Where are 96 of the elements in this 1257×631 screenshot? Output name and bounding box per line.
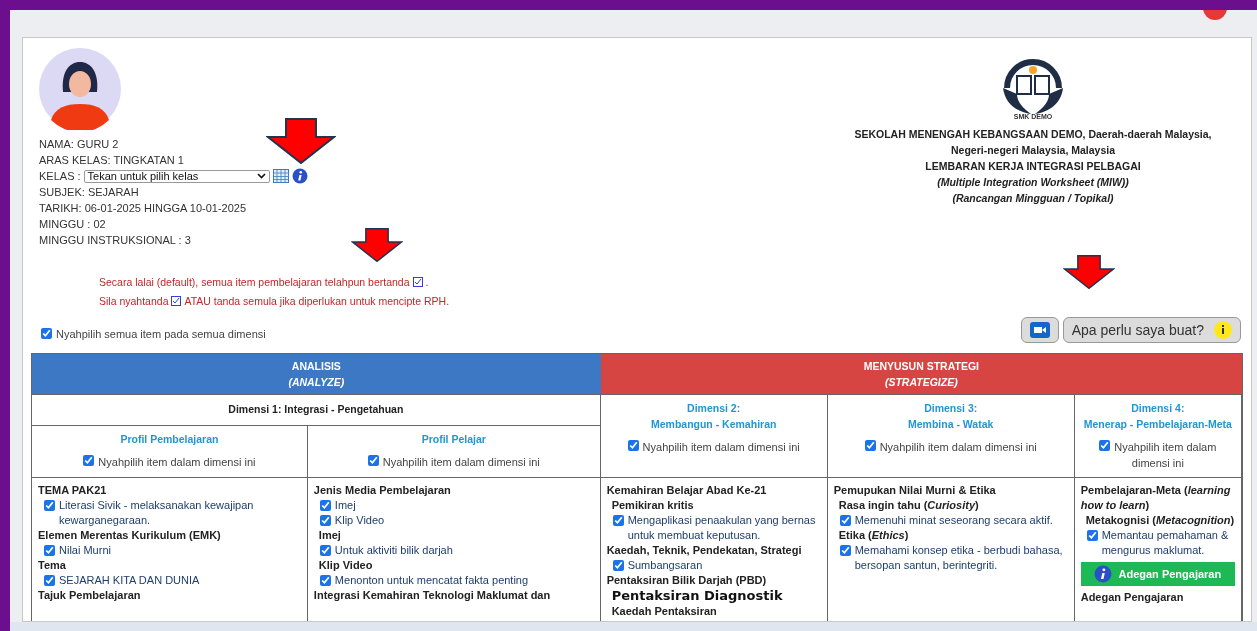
dimension-title: Dimensi 3:: [924, 401, 978, 416]
profile-line: MINGGU : 02: [39, 217, 107, 232]
school-name: SEKOLAH MENENGAH KEBANGSAAN DEMO, Daerah-daerah Malaysia,: [854, 127, 1212, 142]
item-label: Sumbangsaran: [627, 558, 703, 573]
info-icon: [291, 168, 308, 184]
checkbox[interactable]: [319, 500, 331, 511]
dimension-title: Dimensi 4:: [1131, 401, 1185, 416]
select-label: Nyahpilih item dalam dimensi ini: [1114, 441, 1217, 469]
select-label: Nyahpilih item dalam dimensi ini: [98, 455, 256, 468]
help-button[interactable]: Apa perlu saya buat?: [1062, 317, 1241, 343]
item-heading: TEMA PAK21: [38, 483, 108, 498]
notice-text: ATAU tanda semula jika diperlukan untuk mencipte RPH.: [184, 294, 450, 309]
notice-text: Sila nyahtanda: [99, 294, 169, 309]
item-label: Menonton untuk mencatat fakta penting: [334, 573, 529, 588]
calendar-icon[interactable]: [272, 169, 289, 183]
item-heading: Pentaksiran Bilik Darjah (PBD): [606, 573, 768, 588]
dimension-title: Dimensi 1: Integrasi - Pengetahuan: [228, 402, 404, 417]
item-label: Untuk aktiviti bilik darjah: [334, 543, 453, 558]
notice-text: Secara lalai (default), semua item pembelajaran telahpun bertanda: [99, 275, 410, 290]
item-heading: Tajuk Pembelajaran: [38, 588, 142, 603]
item-heading: Kemahiran Belajar Abad Ke-21: [606, 483, 768, 498]
item-label: SEJARAH KITA DAN DUNIA: [59, 573, 200, 588]
school-name: Negeri-negeri Malaysia, Malaysia: [951, 143, 1115, 158]
item-subheading: Metakognisi (Metacognition): [1084, 513, 1235, 528]
info-icon: [1094, 565, 1113, 583]
item-heading: Adegan Pengajaran: [1080, 590, 1185, 605]
notice-text: .: [425, 275, 429, 290]
item-heading: Pembelajaran-Meta (learning how to learn): [1080, 483, 1232, 513]
item-label: Imej: [334, 498, 356, 513]
worksheet-subtitle: (Multiple Integration Worksheet (MIW)): [937, 175, 1129, 190]
select-label: Nyahpilih item dalam dimensi ini: [382, 455, 540, 468]
checkbox[interactable]: [627, 440, 639, 451]
dimension-title: Dimensi 2:: [687, 401, 741, 416]
profile-line: ARAS KELAS: TINGKATAN 1: [39, 153, 185, 168]
section-title: Profil Pelajar: [421, 431, 486, 447]
checkbox[interactable]: [41, 328, 52, 339]
checkbox[interactable]: [44, 545, 55, 556]
item-label: Klip Video: [334, 513, 385, 528]
checkbox[interactable]: [83, 454, 95, 466]
avatar-icon: [39, 48, 121, 130]
item-subheading: Rasa ingin tahu (Curiosity): [837, 498, 980, 513]
checkbox[interactable]: [1099, 440, 1111, 451]
video-camera-icon: [1029, 322, 1050, 338]
item-heading: Jenis Media Pembelajaran: [313, 483, 452, 498]
checkbox-icon: [412, 277, 423, 287]
worksheet-subtitle: (Rancangan Mingguan / Topikal): [952, 191, 1114, 206]
video-button[interactable]: [1020, 317, 1059, 343]
select-label: Nyahpilih item dalam dimensi ini: [879, 441, 1037, 453]
select-label: Nyahpilih item dalam dimensi ini: [642, 441, 800, 453]
checkbox[interactable]: [319, 575, 331, 586]
item-heading: Tema: [38, 558, 67, 573]
checkbox[interactable]: [612, 515, 624, 526]
checkbox[interactable]: [319, 515, 331, 526]
item-heading: Pemupukan Nilai Murni & Etika: [833, 483, 997, 498]
class-select[interactable]: Tekan untuk pilih kelas: [83, 169, 270, 183]
select-all-label: Nyahpilih semua item pada semua dimensi: [56, 327, 266, 342]
item-label: Literasi Sivik - melaksanakan kewajipan kewarganegaraan.: [59, 498, 255, 528]
section-title: Profil Pembelajaran: [120, 431, 219, 447]
checkbox[interactable]: [839, 515, 851, 526]
item-subheading: Pemikiran kritis: [610, 498, 695, 513]
item-label: Mengaplikasi penaakulan yang bernas untuk membuat keputusan.: [627, 513, 817, 543]
profile-line: TARIKH: 06-01-2025 HINGGA 10-01-2025: [39, 201, 248, 216]
item-label: Memantau pemahaman & mengurus maklumat.: [1101, 528, 1230, 558]
checkbox[interactable]: [839, 545, 851, 556]
item-heading: Pentaksiran Diagnostik: [610, 588, 784, 604]
dimension-title: Membangun - Kemahiran: [650, 417, 777, 432]
dimension-title: Menerap - Pembelajaran-Meta: [1083, 417, 1232, 432]
item-label: Nilai Murni: [59, 543, 111, 558]
item-subheading: Klip Video: [317, 558, 374, 573]
caret-icon: [256, 173, 266, 179]
item-label: Memenuhi minat seseorang secara aktif.: [854, 513, 1053, 528]
item-heading: Kaedah, Teknik, Pendekatan, Strategi: [606, 543, 803, 558]
item-heading: Integrasi Kemahiran Teknologi Maklumat dan: [313, 588, 552, 603]
checkbox[interactable]: [612, 560, 624, 571]
item-subheading: Kaedah Pentaksiran: [610, 604, 718, 619]
class-label: KELAS :: [39, 169, 81, 184]
checkbox[interactable]: [44, 500, 55, 511]
item-subheading: Etika (Ethics): [837, 528, 910, 543]
down-arrow-icon: [266, 118, 336, 164]
checkbox[interactable]: [864, 440, 876, 451]
checkbox-icon: [171, 296, 182, 306]
phase-header: ANALISIS (ANALYZE): [32, 354, 601, 395]
checkbox[interactable]: [367, 454, 379, 466]
worksheet-title: LEMBARAN KERJA INTEGRASI PELBAGAI: [925, 159, 1141, 174]
phase-header: MENYUSUN STRATEGI (STRATEGIZE): [600, 354, 1242, 395]
item-label: Memahami konsep etika - berbudi bahasa, bersopan santun, berintegriti.: [854, 543, 1064, 573]
profile-line: MINGGU INSTRUKSIONAL : 3: [39, 233, 192, 248]
profile-line: NAMA: GURU 2: [39, 137, 120, 152]
checkbox[interactable]: [1086, 530, 1098, 541]
checkbox[interactable]: [44, 575, 55, 586]
item-subheading: Imej: [317, 528, 342, 543]
dimension-title: Membina - Watak: [908, 417, 994, 432]
checkbox[interactable]: [319, 545, 331, 556]
profile-line: SUBJEK: SEJARAH: [39, 185, 140, 200]
info-icon: [1214, 321, 1232, 339]
item-heading: Elemen Merentas Kurikulum (EMK): [38, 528, 222, 543]
